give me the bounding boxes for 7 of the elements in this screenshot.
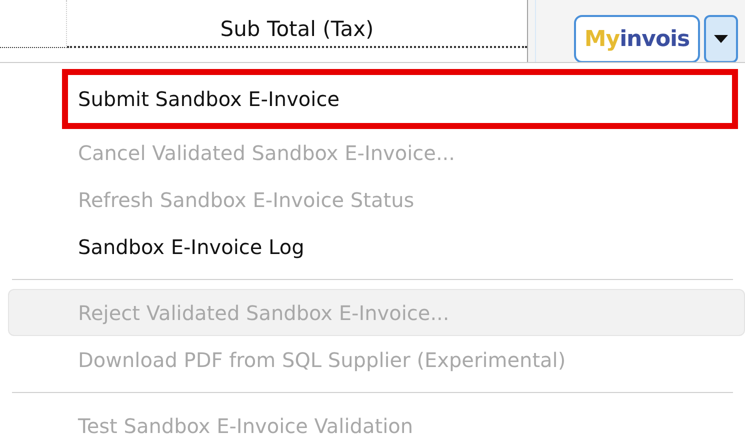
logo-button[interactable]: Myinvois <box>574 15 700 63</box>
column-header <box>0 0 67 48</box>
menu-item[interactable]: Sandbox E-Invoice Log <box>0 223 745 270</box>
menu-item[interactable]: Submit Sandbox E-Invoice <box>62 69 738 129</box>
column-header: Sub Total (Tax) <box>67 0 527 48</box>
caret-icon <box>714 35 728 43</box>
dropdown-button[interactable] <box>704 15 738 63</box>
